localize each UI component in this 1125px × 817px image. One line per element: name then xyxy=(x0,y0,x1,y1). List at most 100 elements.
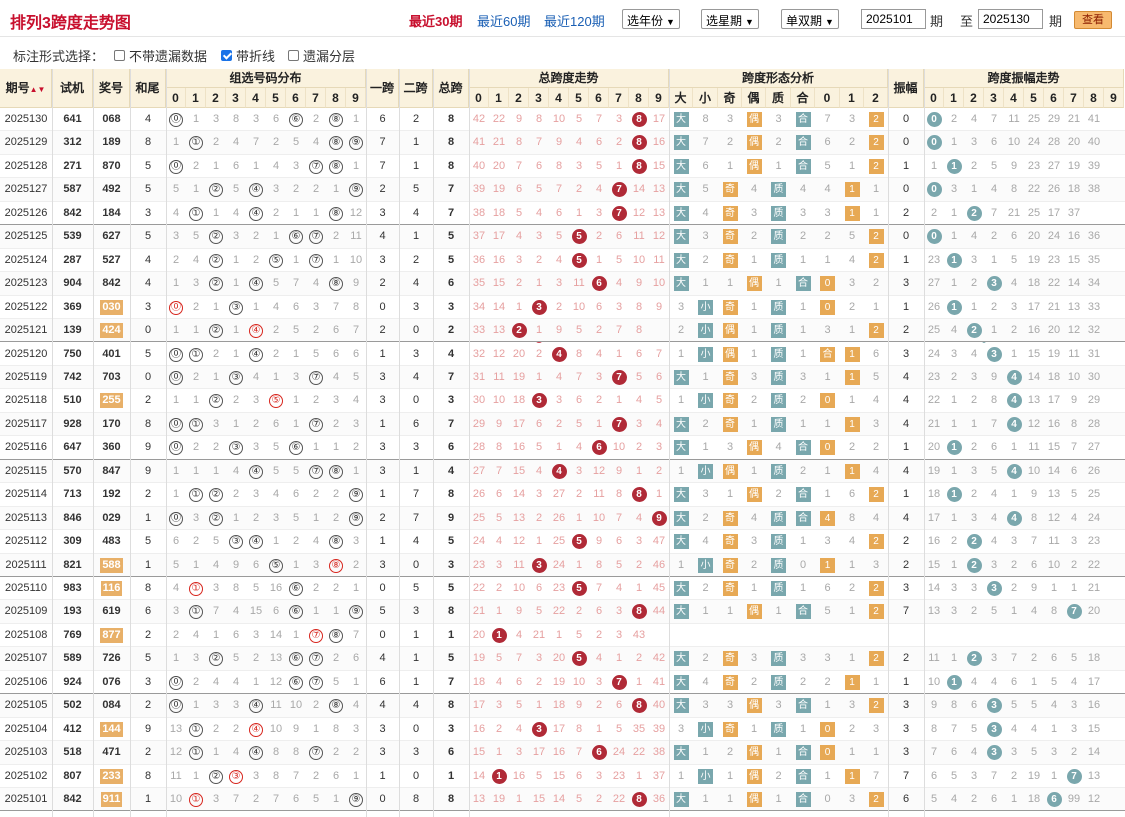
mod3-mark: 2 xyxy=(868,135,884,151)
prize-number: 401 xyxy=(102,347,121,360)
form-cell: 5 xyxy=(864,366,888,389)
trend-miss: 1 xyxy=(575,206,583,219)
form-cell: 1 xyxy=(864,296,888,319)
dist-cell: 1 xyxy=(246,296,266,319)
dist-miss: 1 xyxy=(212,746,220,759)
link-recent-30[interactable]: 最近30期 xyxy=(409,11,462,30)
trend-miss: 4 xyxy=(615,277,623,290)
amp-miss-cell: 5 xyxy=(944,765,964,788)
checkbox-no-miss[interactable]: 不带遗漏数据 xyxy=(114,46,207,65)
link-recent-120[interactable]: 最近120期 xyxy=(544,11,605,30)
trend-miss: 37 xyxy=(472,230,486,243)
prize-number: 233 xyxy=(100,768,123,784)
trend-miss: 7 xyxy=(575,370,583,383)
dist-cell: ⑥ xyxy=(286,647,306,670)
trend-miss: 16 xyxy=(512,769,526,782)
form-cell: 3 xyxy=(864,413,888,436)
prize-number: 588 xyxy=(100,557,123,573)
checkbox-miss-layer[interactable]: 遗漏分层 xyxy=(288,46,355,65)
trend-miss: 6 xyxy=(595,605,603,618)
form-miss: 1 xyxy=(750,464,758,477)
amp-miss-cell: 25 xyxy=(1024,108,1044,131)
amp-miss: 8 xyxy=(1070,417,1078,430)
form-cell: 奇 xyxy=(718,507,742,530)
form-cell: 5 xyxy=(693,178,718,201)
query-button[interactable]: 查看 xyxy=(1074,11,1112,29)
form-mark: 合 xyxy=(795,768,811,784)
from-issue-input[interactable]: 2025101 xyxy=(861,9,926,29)
form-cell: 1 xyxy=(718,483,742,506)
span1-cell: 3 xyxy=(379,441,386,454)
issue-cell: 2025109 xyxy=(4,605,48,618)
trend-miss: 11 xyxy=(493,370,505,383)
prize-number: 726 xyxy=(102,652,121,665)
amp-miss-cell: 1 xyxy=(944,413,964,436)
dist-miss: 1 xyxy=(232,347,240,360)
span2-cell: 3 xyxy=(412,441,420,454)
trend-miss: 13 xyxy=(472,793,486,806)
year-select[interactable]: 选年份 ▼ xyxy=(622,9,680,29)
amp-miss: 99 xyxy=(1067,793,1081,806)
form-mark: 合 xyxy=(795,112,811,127)
dist-cell: 3 xyxy=(206,788,226,811)
trend-miss-cell: 6 xyxy=(529,155,549,178)
dist-ball: ⑥ xyxy=(289,675,303,690)
parity-select[interactable]: 单双期 ▼ xyxy=(781,9,839,29)
dist-cell: 2 xyxy=(266,343,286,366)
dist-miss: 1 xyxy=(292,394,300,407)
amp-miss-cell: 3 xyxy=(944,178,964,201)
form-cell: 7 xyxy=(693,131,718,154)
form-miss: 2 xyxy=(848,722,856,735)
mod3-mark: 0 xyxy=(820,440,835,456)
weekday-select[interactable]: 选星期 ▼ xyxy=(701,9,759,29)
dist-miss: 9 xyxy=(292,722,300,735)
dist-cell: 5 xyxy=(246,577,266,600)
amp-miss-cell: 4 xyxy=(1004,718,1024,741)
dist-miss: 2 xyxy=(252,417,260,430)
trend-miss: 19 xyxy=(492,793,506,806)
mod3-mark: 4 xyxy=(820,510,835,526)
dist-cell: ⓪ xyxy=(166,436,186,459)
trend-miss-cell: 3 xyxy=(589,765,609,788)
dist-cell: 2 xyxy=(186,296,206,319)
span1-header: 一跨 xyxy=(366,69,399,108)
dist-miss: 1 xyxy=(292,206,300,219)
amp-miss-cell: 12 xyxy=(1084,788,1104,811)
checkbox-with-line[interactable]: 带折线 xyxy=(221,46,275,65)
form-cell: 小 xyxy=(693,460,718,483)
form-miss: 2 xyxy=(775,488,782,501)
dist-miss: 2 xyxy=(172,628,180,641)
dist-cell: 2 xyxy=(306,577,326,600)
total-span-cell: 5 xyxy=(447,582,455,594)
trend-miss-cell: 5 xyxy=(569,624,589,647)
form-miss: 3 xyxy=(848,699,856,712)
trend-miss-cell: 1 xyxy=(589,413,609,436)
trend-miss-cell: 3 xyxy=(569,460,589,483)
form-cell: 奇 xyxy=(718,554,742,577)
form-cell: 1 xyxy=(864,741,888,764)
trend-miss: 5 xyxy=(575,417,583,430)
trend-miss: 22 xyxy=(612,793,626,806)
amp-miss-cell: 29 xyxy=(1044,108,1064,131)
trend-miss-cell: 3 xyxy=(609,624,629,647)
dist-cell: ⓪ xyxy=(166,296,186,319)
span2-cell: 4 xyxy=(412,370,420,383)
trial-cell: 570 xyxy=(63,464,82,477)
trend-miss: 1 xyxy=(615,347,623,360)
dist-cell: 1 xyxy=(286,554,306,577)
trend-miss-cell: 8 xyxy=(569,718,589,741)
amp-miss-cell: 7 xyxy=(1004,647,1024,670)
dist-cell: ⑥ xyxy=(286,600,306,623)
issue-header[interactable]: 期号▲▼ xyxy=(0,69,52,108)
trend-miss-cell: 11 xyxy=(489,366,509,389)
to-issue-input[interactable]: 2025130 xyxy=(978,9,1043,29)
trend-miss: 7 xyxy=(515,159,523,172)
dist-cell: ② xyxy=(206,389,226,412)
sum-tail-cell: 5 xyxy=(144,347,152,360)
form-miss: 7 xyxy=(702,136,709,149)
link-recent-60[interactable]: 最近60期 xyxy=(477,11,530,30)
dist-cell: ⑧ xyxy=(326,202,346,225)
form-mark: 合 xyxy=(795,604,811,620)
amp-miss: 23 xyxy=(1027,159,1041,172)
dist-miss: 6 xyxy=(232,628,240,641)
